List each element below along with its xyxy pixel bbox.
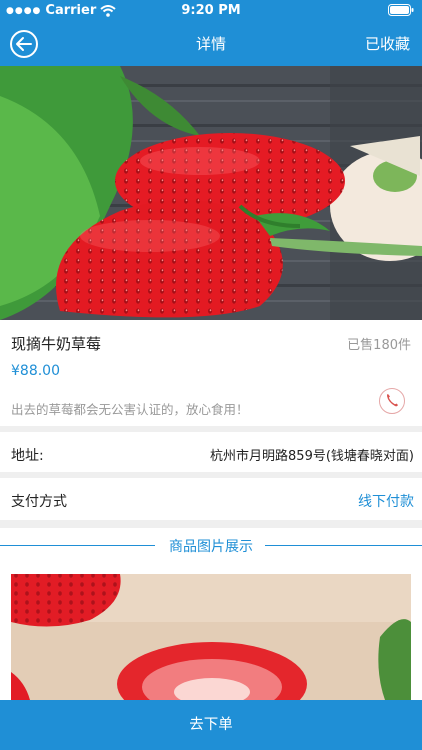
product-price: ¥88.00 xyxy=(11,363,60,379)
sold-count: 已售180件 xyxy=(347,338,411,353)
status-time: 9:20 PM xyxy=(181,3,241,18)
battery-icon xyxy=(388,4,414,20)
payment-label: 支付方式 xyxy=(11,494,67,510)
call-button[interactable] xyxy=(379,388,405,414)
status-bar: ●●●● Carrier 9:20 PM xyxy=(0,0,422,22)
product-info-card: 现摘牛奶草莓 已售180件 ¥88.00 出去的草莓都会无公害认证的，放心食用！ xyxy=(0,320,422,426)
gallery-photo xyxy=(0,562,422,700)
divider-right xyxy=(265,545,422,546)
payment-row: 支付方式 线下付款 xyxy=(0,478,422,520)
back-button[interactable] xyxy=(10,30,38,58)
payment-value: 线下付款 xyxy=(358,494,414,510)
product-description: 出去的草莓都会无公害认证的，放心食用！ xyxy=(11,402,249,417)
phone-icon xyxy=(387,394,398,407)
favorite-button[interactable]: 已收藏 xyxy=(365,33,410,54)
navigation-bar: 详情 已收藏 xyxy=(0,22,422,66)
product-hero-image xyxy=(0,66,422,320)
address-label: 地址: xyxy=(11,448,44,464)
page-title: 详情 xyxy=(195,35,226,53)
address-value: 杭州市月明路859号(钱塘春晓对面) xyxy=(210,449,414,464)
gallery-title: 商品图片展示 xyxy=(169,539,253,555)
gallery-header: 商品图片展示 xyxy=(0,528,422,562)
address-row: 地址: 杭州市月明路859号(钱塘春晓对面) xyxy=(0,432,422,472)
product-name: 现摘牛奶草莓 xyxy=(11,335,102,353)
order-button[interactable]: 去下单 xyxy=(0,700,422,750)
back-arrow-icon xyxy=(16,37,32,51)
